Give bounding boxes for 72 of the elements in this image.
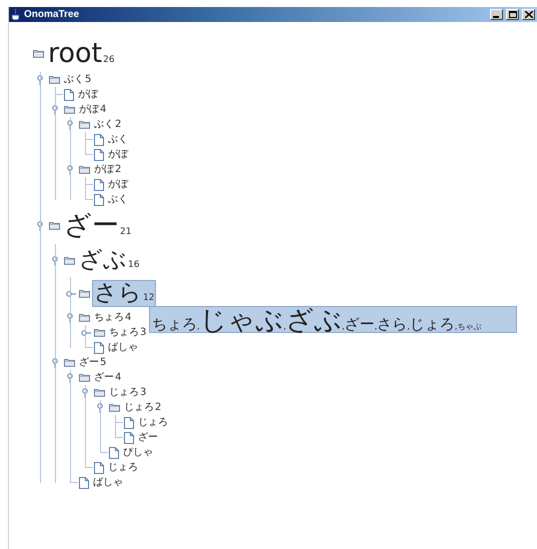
node-label[interactable]: ぶく 2 <box>92 118 124 131</box>
minimize-button[interactable] <box>490 9 503 20</box>
node-label[interactable]: ぴしゃ <box>121 446 155 459</box>
node-label[interactable]: がぼ2 <box>92 163 124 176</box>
folder-icon <box>64 358 75 367</box>
node-label[interactable]: じょろ <box>106 461 140 474</box>
node-label[interactable]: ざー <box>136 431 160 444</box>
node-label[interactable]: ざー 21 <box>62 210 134 242</box>
tooltip-separator: , <box>374 322 378 331</box>
node-label[interactable]: ばしゃ <box>106 341 140 354</box>
file-icon <box>109 446 119 458</box>
maximize-button[interactable] <box>506 9 519 20</box>
tooltip-separator: , <box>407 322 410 331</box>
expand-handle[interactable] <box>66 288 76 298</box>
folder-icon <box>79 289 90 298</box>
folder-icon <box>79 313 90 322</box>
node-label[interactable]: がぼ <box>106 178 130 191</box>
tooltip-separator: , <box>284 322 286 331</box>
file-icon <box>124 432 134 444</box>
tooltip-separator: , <box>197 322 200 331</box>
node-label[interactable]: さら 12 <box>92 280 156 308</box>
file-icon <box>94 148 104 160</box>
folder-icon <box>94 388 105 397</box>
file-icon <box>79 476 89 488</box>
tooltip-word: じゃぶ <box>200 307 284 334</box>
file-icon <box>94 462 104 474</box>
node-label[interactable]: じょろ 2 <box>122 401 164 414</box>
node-label[interactable]: ばしゃ <box>91 476 125 489</box>
tooltip-separator: , <box>454 322 458 331</box>
expand-handle[interactable] <box>81 328 91 338</box>
node-label[interactable]: root 26 <box>46 38 117 70</box>
node-label[interactable]: じょろ <box>136 416 170 429</box>
folder-icon <box>79 120 90 129</box>
tooltip-word: ざぶ <box>286 307 342 334</box>
node-label[interactable]: ぶく <box>106 133 130 146</box>
tooltip-word: ざー <box>344 317 375 332</box>
folder-icon <box>79 165 90 174</box>
window-title: OnomaTree <box>24 9 80 20</box>
file-icon <box>94 178 104 190</box>
tooltip-word: じょろ <box>410 317 455 332</box>
node-label[interactable]: ざー5 <box>77 356 108 369</box>
node-label[interactable]: ちょろ 4 <box>92 311 134 324</box>
folder-icon <box>109 403 120 412</box>
folder-icon <box>33 49 44 58</box>
tooltip-word: ちゃぶ <box>457 323 482 331</box>
node-label[interactable]: ざぶ 16 <box>77 246 142 274</box>
tooltip-separator: , <box>342 322 345 331</box>
file-icon <box>94 134 104 146</box>
node-label[interactable]: がぼ <box>76 88 100 101</box>
node-label[interactable]: じょろ 3 <box>107 386 148 399</box>
node-label[interactable]: がぼ <box>106 148 130 161</box>
maximize-icon <box>508 11 516 18</box>
file-icon <box>94 342 104 354</box>
node-label[interactable]: ぶく <box>106 193 130 206</box>
node-label[interactable]: ぶく 5 <box>62 73 94 86</box>
close-button[interactable] <box>522 9 535 20</box>
node-label[interactable]: ちょろ 3 <box>107 326 148 339</box>
file-icon <box>124 416 134 428</box>
folder-icon <box>49 75 60 84</box>
node-label[interactable]: ざー4 <box>92 371 124 384</box>
node-label[interactable]: がぼ4 <box>77 103 108 116</box>
folder-icon <box>64 256 75 265</box>
folder-icon <box>49 221 60 230</box>
file-icon <box>94 194 104 206</box>
close-icon <box>524 11 532 18</box>
folder-icon <box>79 373 90 382</box>
tooltip-word: ちょろ <box>152 317 197 332</box>
cup-icon <box>11 8 21 20</box>
file-icon <box>64 88 74 100</box>
folder-icon <box>64 105 75 114</box>
tooltip-word: さら <box>377 317 408 332</box>
folder-icon <box>94 328 105 337</box>
